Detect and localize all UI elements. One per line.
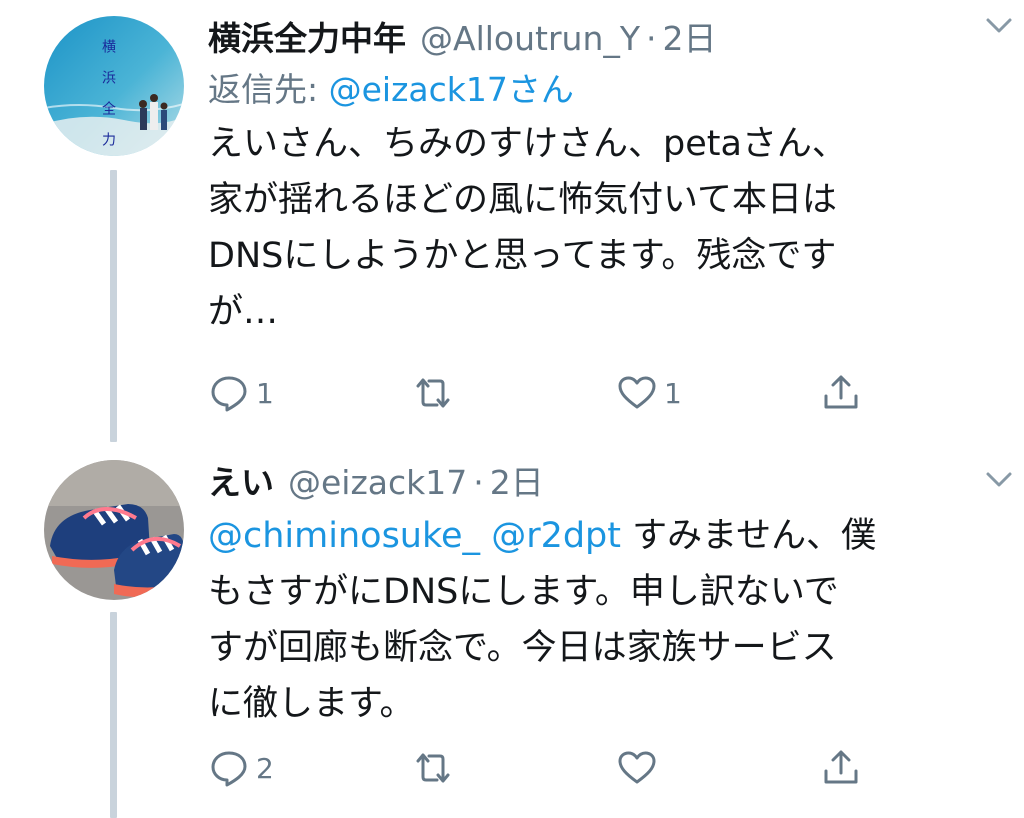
- like-button[interactable]: [616, 744, 664, 792]
- tweet-text-line: えいさん、ちみのすけさん、petaさん、: [208, 124, 847, 164]
- thread-line: [110, 612, 117, 818]
- like-button[interactable]: 1: [616, 369, 682, 417]
- timestamp[interactable]: 2日: [490, 458, 544, 508]
- reply-icon: [211, 751, 247, 787]
- beach-photo-avatar: 横浜全力中年: [44, 16, 184, 156]
- reply-button[interactable]: 2: [208, 744, 274, 792]
- tweet-text-line: DNSにしようかと思ってます。残念です: [208, 236, 837, 276]
- like-count: 1: [664, 376, 682, 410]
- mention-link[interactable]: @chiminosuke_: [208, 516, 480, 556]
- share-button[interactable]: [820, 744, 862, 792]
- separator-dot: ·: [473, 463, 484, 502]
- user-handle[interactable]: @eizack17: [288, 458, 467, 508]
- reply-icon: [211, 376, 247, 412]
- display-name[interactable]: えい: [208, 458, 274, 508]
- thread-line: [110, 170, 117, 442]
- tweet-text-line: に徹します。: [208, 684, 415, 724]
- chevron-down-icon[interactable]: [982, 8, 1016, 42]
- reply-to-mention[interactable]: @eizack17さん: [329, 70, 574, 109]
- heart-icon: [618, 751, 656, 784]
- user-handle[interactable]: @Alloutrun_Y: [420, 14, 640, 64]
- reply-button[interactable]: 1: [208, 369, 274, 417]
- tweet-text-segment: すみません、僕: [632, 516, 877, 556]
- tweet-actions: 2: [208, 744, 868, 792]
- avatar[interactable]: 横浜全力中年: [44, 16, 184, 156]
- tweet-text-line: が…: [208, 292, 279, 332]
- running-shoes-photo-avatar: [44, 460, 184, 600]
- retweet-button[interactable]: [412, 369, 460, 417]
- tweet-content: えい @eizack17 · 2日 @chiminosuke_ @r2dpt す…: [208, 458, 984, 732]
- tweet-actions: 1 1: [208, 369, 868, 417]
- chevron-down-icon[interactable]: [982, 462, 1016, 496]
- tweet[interactable]: 横浜全力中年 横浜全力中年 @Alloutrun_Y · 2日 返信先: @ei…: [0, 0, 1024, 448]
- share-icon: [824, 750, 858, 784]
- tweet-text-line: 家が揺れるほどの風に怖気付いて本日は: [208, 180, 837, 220]
- tweet-header: えい @eizack17 · 2日: [208, 458, 984, 508]
- reply-to: 返信先: @eizack17さん: [208, 64, 984, 116]
- tweet-content: 横浜全力中年 @Alloutrun_Y · 2日 返信先: @eizack17さ…: [208, 14, 984, 340]
- share-button[interactable]: [820, 369, 862, 417]
- display-name[interactable]: 横浜全力中年: [208, 14, 406, 64]
- reply-count: 1: [256, 376, 274, 410]
- tweet-text: @chiminosuke_ @r2dpt すみません、僕 もさすがにDNSにしま…: [208, 508, 984, 732]
- retweet-icon: [416, 753, 450, 783]
- tweet-text-line: もさすがにDNSにします。申し訳ないで: [208, 572, 839, 612]
- tweet-text-line: すが回廊も断念で。今日は家族サービス: [208, 628, 837, 668]
- tweet[interactable]: えい @eizack17 · 2日 @chiminosuke_ @r2dpt す…: [0, 448, 1024, 818]
- heart-icon: [618, 376, 656, 409]
- timestamp[interactable]: 2日: [663, 14, 717, 64]
- tweet-text: えいさん、ちみのすけさん、petaさん、 家が揺れるほどの風に怖気付いて本日は …: [208, 116, 984, 340]
- retweet-icon: [416, 378, 450, 408]
- reply-count: 2: [256, 751, 274, 785]
- separator-dot: ·: [646, 19, 657, 58]
- share-icon: [824, 375, 858, 409]
- avatar[interactable]: [44, 460, 184, 600]
- mention-link[interactable]: @r2dpt: [491, 516, 621, 556]
- reply-to-label: 返信先:: [208, 70, 329, 109]
- tweet-header: 横浜全力中年 @Alloutrun_Y · 2日: [208, 14, 984, 64]
- tweet-text-line: @chiminosuke_ @r2dpt すみません、僕: [208, 508, 984, 564]
- retweet-button[interactable]: [412, 744, 460, 792]
